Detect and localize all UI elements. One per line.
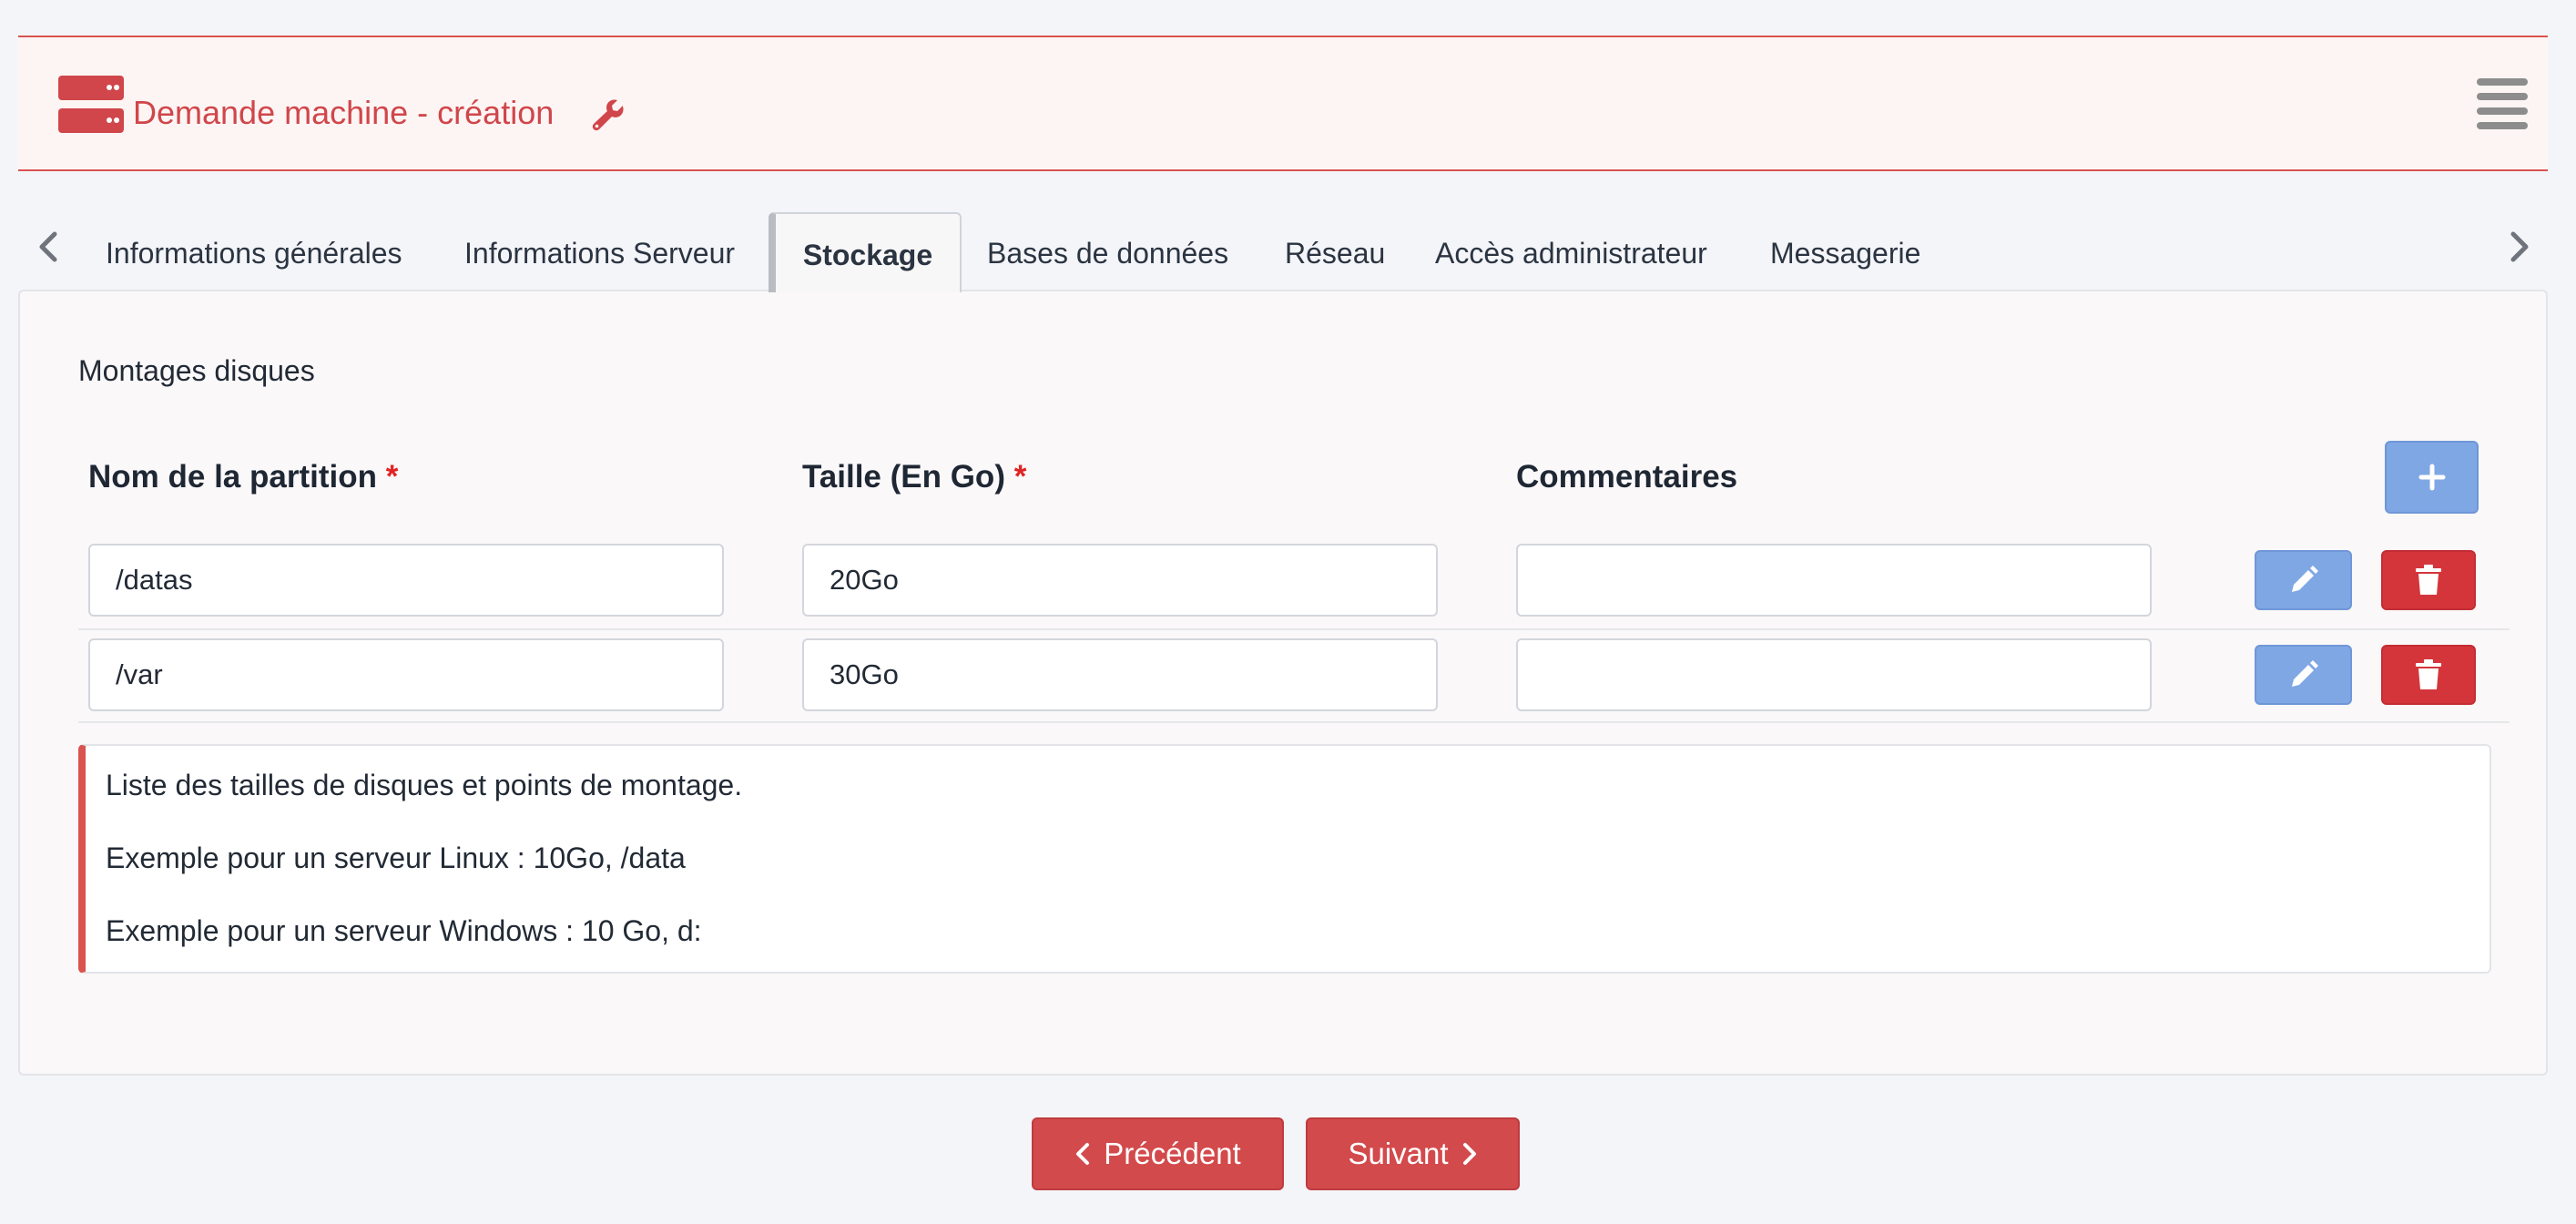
section-title: Montages disques xyxy=(78,354,315,387)
row-divider xyxy=(78,628,2510,630)
column-header-partition: Nom de la partition * xyxy=(88,459,399,495)
wrench-icon xyxy=(592,99,624,131)
tab-stockage[interactable]: Stockage xyxy=(769,212,962,292)
tab-messagerie[interactable]: Messagerie xyxy=(1770,212,1920,291)
plus-icon xyxy=(2418,464,2445,491)
column-header-comments: Commentaires xyxy=(1516,459,1738,495)
partition-name-input[interactable] xyxy=(88,544,724,617)
chevron-left-icon[interactable] xyxy=(31,229,67,265)
row-divider xyxy=(78,721,2510,723)
page-header: Demande machine - création xyxy=(18,36,2548,171)
chevron-right-icon xyxy=(1462,1143,1476,1165)
next-button[interactable]: Suivant xyxy=(1306,1117,1520,1190)
column-header-size: Taille (En Go) * xyxy=(802,459,1027,495)
previous-button[interactable]: Précédent xyxy=(1032,1117,1284,1190)
next-button-label: Suivant xyxy=(1348,1137,1449,1170)
tab-bar: Informations générales Informations Serv… xyxy=(18,212,2548,292)
note-line: Exemple pour un serveur Linux : 10Go, /d… xyxy=(106,842,686,874)
server-icon xyxy=(58,76,124,133)
partition-comment-input[interactable] xyxy=(1516,638,2152,711)
edit-row-button[interactable] xyxy=(2255,550,2352,610)
required-mark: * xyxy=(1013,459,1027,495)
storage-panel: Montages disques Nom de la partition * T… xyxy=(18,290,2548,1076)
tab-informations-serveur[interactable]: Informations Serveur xyxy=(464,212,735,291)
chevron-left-icon xyxy=(1076,1143,1090,1165)
partition-size-input[interactable] xyxy=(802,638,1438,711)
trash-icon xyxy=(2416,659,2441,689)
info-note: Liste des tailles de disques et points d… xyxy=(78,744,2491,974)
partition-size-input[interactable] xyxy=(802,544,1438,617)
chevron-right-icon[interactable] xyxy=(2500,229,2537,265)
pencil-icon xyxy=(2291,660,2318,687)
hamburger-menu-icon[interactable] xyxy=(2477,78,2528,129)
required-mark: * xyxy=(385,459,399,495)
tab-acces-administrateur[interactable]: Accès administrateur xyxy=(1435,212,1707,291)
tab-bases-de-donnees[interactable]: Bases de données xyxy=(987,212,1228,291)
partition-comment-input[interactable] xyxy=(1516,544,2152,617)
add-partition-button[interactable] xyxy=(2385,441,2479,514)
trash-icon xyxy=(2416,565,2441,595)
note-line: Liste des tailles de disques et points d… xyxy=(106,769,743,801)
tab-reseau[interactable]: Réseau xyxy=(1285,212,1385,291)
note-line: Exemple pour un serveur Windows : 10 Go,… xyxy=(106,914,702,947)
previous-button-label: Précédent xyxy=(1104,1137,1241,1170)
edit-row-button[interactable] xyxy=(2255,645,2352,705)
delete-row-button[interactable] xyxy=(2381,645,2476,705)
partition-name-input[interactable] xyxy=(88,638,724,711)
delete-row-button[interactable] xyxy=(2381,550,2476,610)
page-title: Demande machine - création xyxy=(133,94,555,131)
pencil-icon xyxy=(2291,566,2318,592)
tab-informations-generales[interactable]: Informations générales xyxy=(106,212,402,291)
